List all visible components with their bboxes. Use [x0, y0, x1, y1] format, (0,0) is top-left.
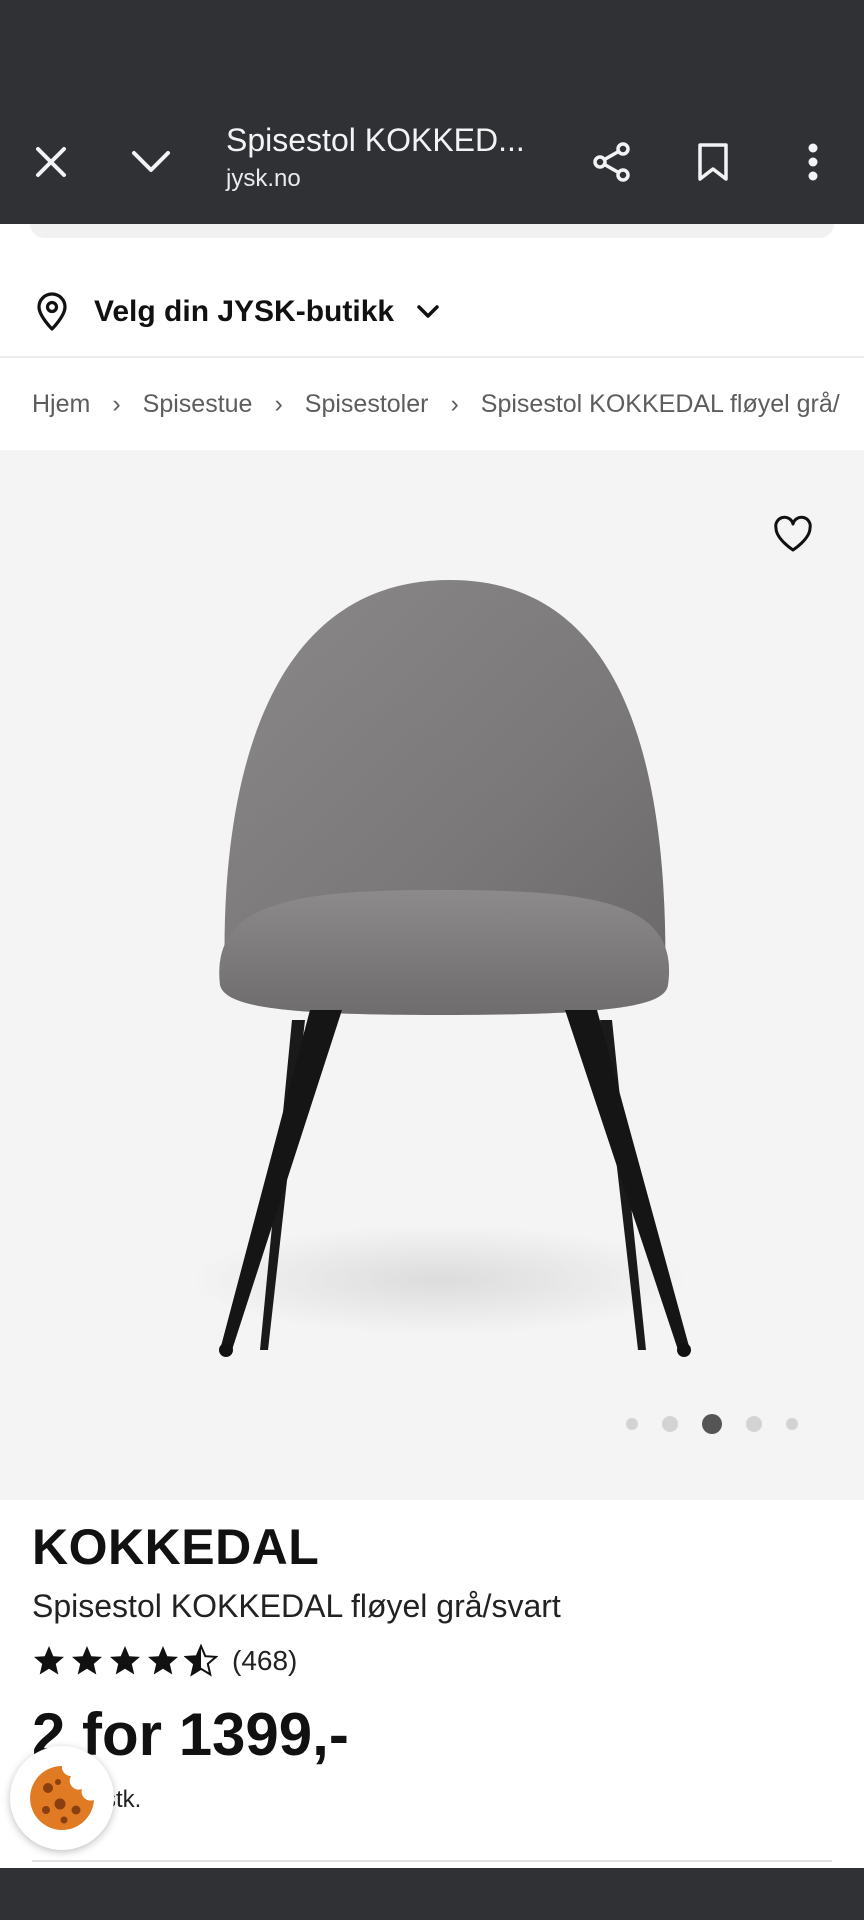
- star-icon: [110, 1646, 140, 1675]
- breadcrumb-dining-room[interactable]: Spisestue: [143, 390, 253, 419]
- gallery-pagination: [0, 1412, 864, 1436]
- page-title: Spisestol KOKKED...: [226, 122, 525, 158]
- status-bar: [0, 0, 864, 100]
- heart-icon[interactable]: [772, 514, 814, 556]
- section-divider: [32, 1860, 832, 1862]
- minimize-button[interactable]: [106, 100, 196, 224]
- location-pin-icon: [37, 292, 67, 331]
- close-button[interactable]: [6, 100, 96, 224]
- chevron-right-icon: ›: [450, 389, 459, 418]
- close-icon: [36, 147, 66, 177]
- bookmark-button[interactable]: [668, 100, 758, 224]
- chevron-down-icon: [132, 151, 170, 172]
- share-icon: [593, 142, 630, 182]
- product-image: [190, 580, 691, 1357]
- page-url: jysk.no: [226, 165, 301, 192]
- chevron-right-icon: ›: [112, 389, 121, 418]
- store-selector[interactable]: Velg din JYSK-butikk: [0, 268, 864, 358]
- review-count: (468): [232, 1645, 298, 1676]
- browser-toolbar: Spisestol KOKKED... jysk.no: [0, 100, 864, 224]
- gallery-dot-active[interactable]: [702, 1414, 722, 1434]
- gallery-dot[interactable]: [746, 1416, 762, 1432]
- breadcrumb-home[interactable]: Hjem: [32, 390, 90, 419]
- breadcrumb: Hjem › Spisestue › Spisestoler › Spisest…: [0, 358, 864, 450]
- breadcrumb-current: Spisestol KOKKEDAL fløyel grå/: [480, 389, 840, 418]
- breadcrumb-dining-chairs[interactable]: Spisestoler: [305, 390, 429, 419]
- tab-title-area[interactable]: Spisestol KOKKED... jysk.no: [226, 122, 556, 193]
- chevron-down-icon: [417, 305, 439, 318]
- cookie-icon: [30, 1766, 94, 1830]
- product-image-gallery[interactable]: [0, 450, 864, 1500]
- star-icon: [148, 1646, 178, 1675]
- product-name: Spisestol KOKKEDAL fløyel grå/svart: [32, 1588, 561, 1624]
- gallery-dot[interactable]: [786, 1418, 798, 1430]
- bookmark-icon: [698, 143, 728, 181]
- star-icon: [72, 1646, 102, 1675]
- navigation-bar: [0, 1868, 864, 1920]
- share-button[interactable]: [567, 100, 657, 224]
- product-rating[interactable]: (468): [32, 1644, 297, 1678]
- more-options-button[interactable]: [768, 100, 858, 224]
- gallery-dot[interactable]: [662, 1416, 678, 1432]
- star-half-icon: [184, 1644, 218, 1677]
- more-vertical-icon: [808, 143, 818, 181]
- chevron-right-icon: ›: [274, 389, 283, 418]
- star-icon: [34, 1646, 64, 1675]
- store-selector-label: Velg din JYSK-butikk: [94, 295, 395, 328]
- search-bar-edge: [30, 224, 834, 238]
- gallery-dot[interactable]: [626, 1418, 638, 1430]
- cookie-settings-button[interactable]: [10, 1746, 114, 1850]
- product-brand: KOKKEDAL: [32, 1519, 320, 1575]
